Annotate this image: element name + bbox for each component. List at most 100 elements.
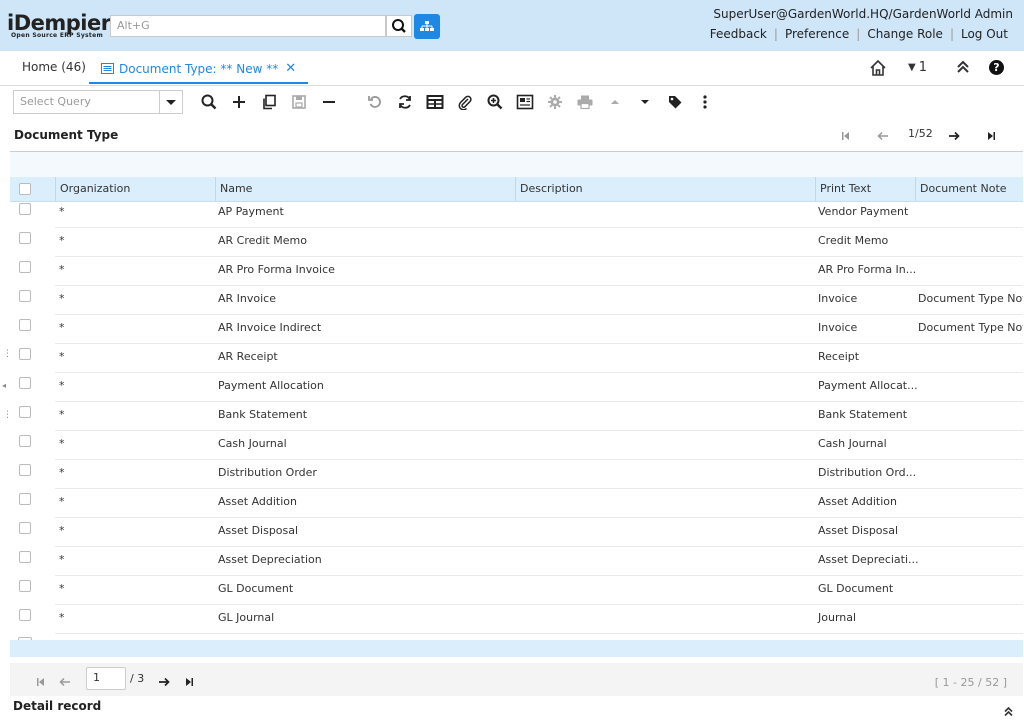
preference-link[interactable]: Preference: [778, 27, 856, 41]
cell-print-text[interactable]: Credit Memo: [818, 232, 888, 249]
last-record-icon[interactable]: [986, 128, 998, 147]
cell-organization[interactable]: *: [59, 261, 65, 278]
table-row[interactable]: * AR Invoice Indirect Invoice Document Type…: [10, 315, 1023, 344]
splitter-handle-icon[interactable]: ⋮: [3, 411, 12, 420]
cell-organization[interactable]: *: [59, 522, 65, 539]
column-header-description[interactable]: Description: [515, 177, 815, 201]
cell-organization[interactable]: *: [59, 551, 65, 568]
window-count-dropdown[interactable]: ▼ 1: [908, 60, 927, 75]
row-checkbox[interactable]: [19, 203, 31, 215]
cell-print-text[interactable]: Bank Statement: [818, 406, 907, 423]
column-header-document-note[interactable]: Document Note: [915, 177, 1023, 201]
save-icon[interactable]: [288, 91, 310, 113]
row-checkbox[interactable]: [19, 493, 31, 505]
cell-organization[interactable]: *: [59, 203, 65, 220]
find-icon[interactable]: [198, 91, 220, 113]
cell-print-text[interactable]: GL Document: [818, 580, 893, 597]
cell-name[interactable]: AR Receipt: [218, 348, 278, 365]
detail-record-icon[interactable]: [634, 91, 656, 113]
app-logo[interactable]: iDempiere: [7, 13, 125, 34]
first-record-icon[interactable]: [839, 128, 851, 147]
feedback-link[interactable]: Feedback: [703, 27, 774, 41]
tab-home[interactable]: Home (46): [22, 60, 86, 74]
cell-name[interactable]: Distribution Order: [218, 464, 317, 481]
row-checkbox[interactable]: [19, 232, 31, 244]
attachment-icon[interactable]: [454, 91, 476, 113]
dropdown-caret-icon[interactable]: [159, 91, 182, 113]
first-page-icon[interactable]: [34, 674, 46, 693]
cell-print-text[interactable]: Asset Depreciati...: [818, 551, 919, 568]
cell-name[interactable]: Asset Disposal: [218, 522, 298, 539]
column-header-name[interactable]: Name: [215, 177, 515, 201]
cell-organization[interactable]: *: [59, 319, 65, 336]
cell-name[interactable]: Payment Allocation: [218, 377, 324, 394]
table-row[interactable]: * Cash Journal Cash Journal: [10, 431, 1023, 460]
row-checkbox[interactable]: [19, 551, 31, 563]
cell-print-text[interactable]: Receipt: [818, 348, 859, 365]
expand-detail-button[interactable]: [1003, 702, 1014, 721]
more-options-icon[interactable]: [694, 91, 716, 113]
cell-name[interactable]: GL Document: [218, 580, 293, 597]
row-checkbox[interactable]: [19, 377, 31, 389]
close-tab-icon[interactable]: ✕: [285, 61, 296, 76]
cell-print-text[interactable]: Cash Journal: [818, 435, 887, 452]
cell-organization[interactable]: *: [59, 377, 65, 394]
tab-document-type[interactable]: Document Type: ** New ** ✕: [89, 55, 309, 84]
parent-record-icon[interactable]: [604, 91, 626, 113]
table-row[interactable]: * GL Journal Journal: [10, 605, 1023, 634]
search-button[interactable]: [386, 15, 412, 37]
print-icon[interactable]: [574, 91, 596, 113]
cell-organization[interactable]: *: [59, 232, 65, 249]
page-number-input[interactable]: 1: [86, 667, 126, 690]
cell-organization[interactable]: *: [59, 348, 65, 365]
cell-print-text[interactable]: Payment Allocat...: [818, 377, 918, 394]
last-page-icon[interactable]: [184, 674, 196, 693]
cell-organization[interactable]: *: [59, 435, 65, 452]
row-checkbox[interactable]: [19, 290, 31, 302]
row-checkbox[interactable]: [19, 580, 31, 592]
previous-page-icon[interactable]: [58, 674, 72, 693]
cell-name[interactable]: Bank Statement: [218, 406, 307, 423]
cell-name[interactable]: AP Payment: [218, 203, 284, 220]
cell-print-text[interactable]: Vendor Payment: [818, 203, 908, 220]
cell-name[interactable]: Asset Depreciation: [218, 551, 322, 568]
table-row[interactable]: * Asset Addition Asset Addition: [10, 489, 1023, 518]
next-record-icon[interactable]: [947, 128, 961, 147]
zoom-across-icon[interactable]: [484, 91, 506, 113]
change-role-link[interactable]: Change Role: [860, 27, 950, 41]
logout-link[interactable]: Log Out: [954, 27, 1015, 41]
cell-organization[interactable]: *: [59, 609, 65, 626]
row-checkbox[interactable]: [19, 319, 31, 331]
delete-record-icon[interactable]: [318, 91, 340, 113]
row-checkbox[interactable]: [19, 261, 31, 273]
cell-document-note[interactable]: Document Type Not: [918, 290, 1023, 307]
row-checkbox[interactable]: [19, 464, 31, 476]
column-header-print-text[interactable]: Print Text: [815, 177, 915, 201]
cell-print-text[interactable]: AR Pro Forma In...: [818, 261, 916, 278]
row-checkbox[interactable]: [19, 348, 31, 360]
cell-print-text[interactable]: Asset Addition: [818, 493, 897, 510]
table-row[interactable]: * AR Credit Memo Credit Memo: [10, 228, 1023, 257]
row-checkbox[interactable]: [19, 522, 31, 534]
new-record-icon[interactable]: [228, 91, 250, 113]
collapse-left-icon[interactable]: ◂: [2, 381, 6, 390]
cell-print-text[interactable]: Asset Disposal: [818, 522, 898, 539]
cell-organization[interactable]: *: [59, 493, 65, 510]
cell-name[interactable]: AR Pro Forma Invoice: [218, 261, 335, 278]
tag-icon[interactable]: [664, 91, 686, 113]
cell-document-note[interactable]: Document Type Not: [918, 319, 1023, 336]
toggle-grid-icon[interactable]: [424, 91, 446, 113]
table-row[interactable]: * AR Pro Forma Invoice AR Pro Forma In...: [10, 257, 1023, 286]
table-row[interactable]: * Asset Disposal Asset Disposal: [10, 518, 1023, 547]
collapse-header-button[interactable]: [955, 59, 971, 79]
undo-icon[interactable]: [364, 91, 386, 113]
cell-print-text[interactable]: Invoice: [818, 290, 857, 307]
menu-tree-button[interactable]: [414, 14, 440, 39]
cell-name[interactable]: AR Invoice: [218, 290, 276, 307]
table-row[interactable]: * Asset Depreciation Asset Depreciati...: [10, 547, 1023, 576]
cell-print-text[interactable]: Journal: [818, 609, 856, 626]
cell-name[interactable]: AR Credit Memo: [218, 232, 307, 249]
help-icon[interactable]: ?: [989, 60, 1004, 75]
global-search-input[interactable]: Alt+G: [110, 15, 386, 37]
cell-organization[interactable]: *: [59, 406, 65, 423]
